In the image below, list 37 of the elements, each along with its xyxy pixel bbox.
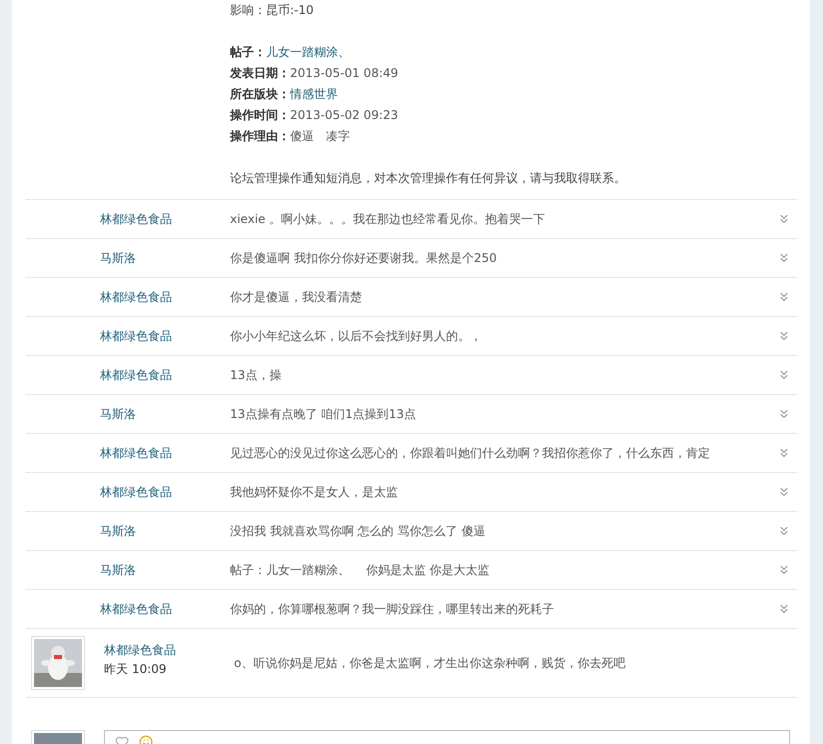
field-value: 傻逼 凑字 bbox=[290, 129, 350, 143]
author-link[interactable]: 林都绿色食品 bbox=[100, 328, 230, 344]
author-link[interactable]: 林都绿色食品 bbox=[100, 366, 230, 384]
field-label: 操作理由： bbox=[230, 129, 290, 143]
field-label: 发表日期： bbox=[230, 66, 290, 80]
message-text: 13点，操 bbox=[230, 366, 282, 384]
field-link[interactable]: 儿女一踏糊涂、 bbox=[266, 45, 350, 59]
field-value: 2013-05-02 09:23 bbox=[290, 108, 398, 122]
message-text: 我他妈怀疑你不是女人，是太监 bbox=[230, 484, 399, 500]
author-link[interactable]: 林都绿色食品 bbox=[100, 484, 230, 500]
impact-text: 影响：昆币:-10 bbox=[230, 2, 315, 19]
author-link[interactable]: 林都绿色食品 bbox=[100, 600, 230, 618]
field-label: 所在版块： bbox=[230, 87, 290, 101]
message-text: o、听说你妈是尼姑，你爸是太监啊，才生出你这杂种啊，贱货，你去死吧 bbox=[234, 654, 626, 672]
message-text: 见过恶心的没见过你这么恶心的，你跟着叫她们什么劲啊？我招你惹你了，什么东西，肯定 bbox=[230, 444, 711, 462]
author-link[interactable]: 林都绿色食品 bbox=[100, 210, 230, 228]
message-text: 你才是傻逼，我没看清楚 bbox=[230, 288, 363, 306]
field-value: 2013-05-01 08:49 bbox=[290, 66, 398, 80]
field-link[interactable]: 情感世界 bbox=[290, 87, 338, 101]
message-text: 你妈的，你算哪根葱啊？我一脚没踩住，哪里转出来的死耗子 bbox=[230, 600, 555, 618]
field-label: 帖子： bbox=[230, 45, 266, 59]
author-link[interactable]: 林都绿色食品 bbox=[100, 288, 230, 306]
author-link[interactable]: 马斯洛 bbox=[100, 522, 230, 540]
message-text: 帖子：儿女一踏糊涂、 你妈是太监 你是大太监 bbox=[230, 562, 491, 578]
author-link[interactable]: 马斯洛 bbox=[100, 406, 230, 422]
author-link[interactable]: 马斯洛 bbox=[100, 562, 230, 578]
message-text: 没招我 我就喜欢骂你啊 怎么的 骂你怎么了 傻逼 bbox=[230, 522, 486, 540]
post-time: 昨天 10:09 bbox=[104, 661, 168, 678]
author-link[interactable]: 马斯洛 bbox=[100, 250, 230, 266]
message-text: 你小小年纪这么坏，以后不会找到好男人的。， bbox=[230, 328, 483, 344]
author-link[interactable]: 林都绿色食品 bbox=[104, 642, 234, 659]
message-text: xiexie 。啊小妹。。。我在那边也经常看见你。抱着哭一下 bbox=[230, 210, 546, 228]
author-link[interactable]: 林都绿色食品 bbox=[100, 444, 230, 462]
message-text: 你是傻逼啊 我扣你分你好还要谢我。果然是个250 bbox=[230, 250, 498, 266]
notice-footer: 论坛管理操作通知短消息，对本次管理操作有任何异议，请与我取得联系。 bbox=[230, 168, 797, 189]
message-text: 13点操有点晚了 咱们1点操到13点 bbox=[230, 406, 417, 422]
field-label: 操作时间： bbox=[230, 108, 290, 122]
